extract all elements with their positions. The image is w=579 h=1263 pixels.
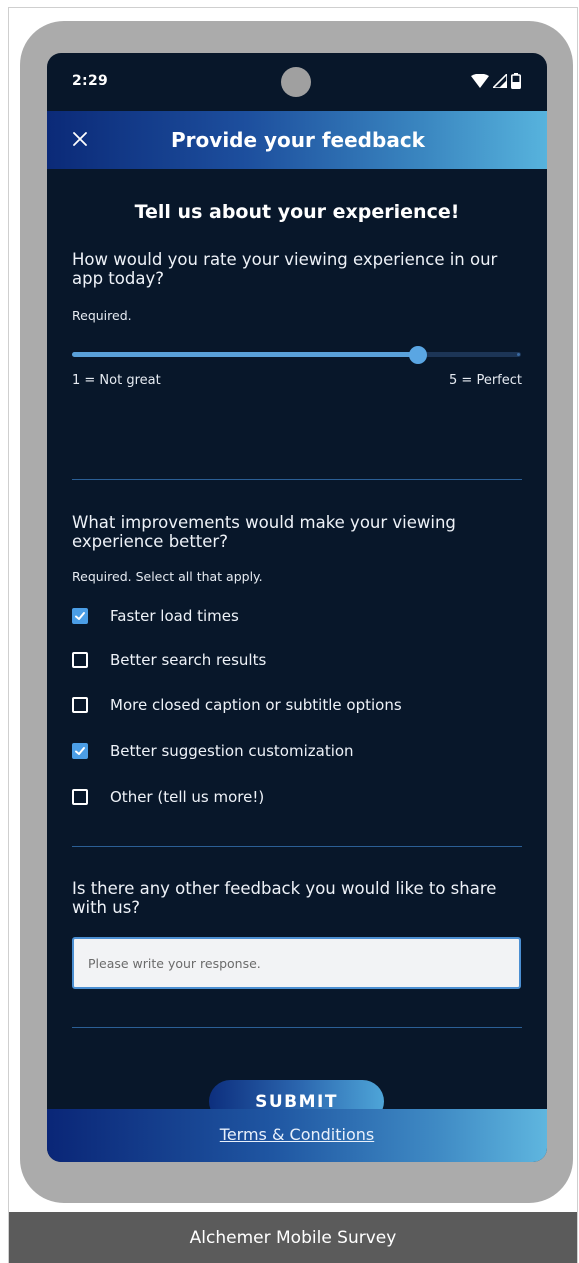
question-other-feedback: Is there any other feedback you would li… — [72, 879, 497, 917]
checkbox-label: Better search results — [110, 651, 267, 669]
signal-icon — [493, 74, 507, 88]
slider-thumb[interactable] — [409, 346, 427, 364]
status-time: 2:29 — [72, 73, 109, 89]
checkbox-label: Other (tell us more!) — [110, 788, 265, 806]
terms-link[interactable]: Terms & Conditions — [47, 1125, 547, 1144]
checkbox-option[interactable]: Faster load times — [72, 605, 239, 627]
survey-heading: Tell us about your experience! — [134, 201, 460, 223]
checkbox-unchecked[interactable] — [72, 789, 88, 805]
required-note-improvements: Required. Select all that apply. — [72, 569, 263, 584]
phone-screen: 2:29 Provide your feedback Tell us about… — [47, 53, 547, 1162]
checkmark-icon — [75, 612, 85, 620]
checkbox-unchecked[interactable] — [72, 652, 88, 668]
footer-bar: Terms & Conditions — [47, 1109, 547, 1162]
scale-max-label: 5 = Perfect — [449, 373, 522, 388]
battery-icon — [511, 73, 521, 89]
question-improvements: What improvements would make your viewin… — [72, 513, 456, 551]
checkbox-label: Faster load times — [110, 607, 239, 625]
required-note-rating: Required. — [72, 308, 132, 323]
checkbox-option[interactable]: Better search results — [72, 649, 266, 671]
slider-fill — [72, 352, 418, 357]
checkbox-option[interactable]: Better suggestion customization — [72, 740, 354, 762]
checkbox-checked[interactable] — [72, 608, 88, 624]
status-icons — [471, 73, 521, 89]
app-bar: Provide your feedback — [47, 111, 547, 169]
rating-slider[interactable] — [72, 346, 521, 364]
checkbox-label: Better suggestion customization — [110, 742, 354, 760]
section-divider — [72, 846, 522, 847]
image-caption: Alchemer Mobile Survey — [9, 1212, 577, 1263]
section-divider — [72, 479, 522, 480]
question-rating: How would you rate your viewing experien… — [72, 250, 498, 288]
checkbox-unchecked[interactable] — [72, 697, 88, 713]
front-camera — [281, 67, 311, 97]
checkbox-label: More closed caption or subtitle options — [110, 696, 402, 714]
checkbox-option[interactable]: More closed caption or subtitle options — [72, 694, 402, 716]
slider-end-dot — [517, 353, 520, 356]
status-bar: 2:29 — [47, 53, 547, 111]
checkbox-option[interactable]: Other (tell us more!) — [72, 786, 264, 808]
checkmark-icon — [75, 747, 85, 755]
wifi-icon — [471, 74, 489, 88]
scale-min-label: 1 = Not great — [72, 373, 161, 388]
feedback-textbox[interactable] — [72, 937, 521, 989]
checkbox-checked[interactable] — [72, 743, 88, 759]
section-divider — [72, 1027, 522, 1028]
app-bar-title: Provide your feedback — [171, 128, 425, 152]
